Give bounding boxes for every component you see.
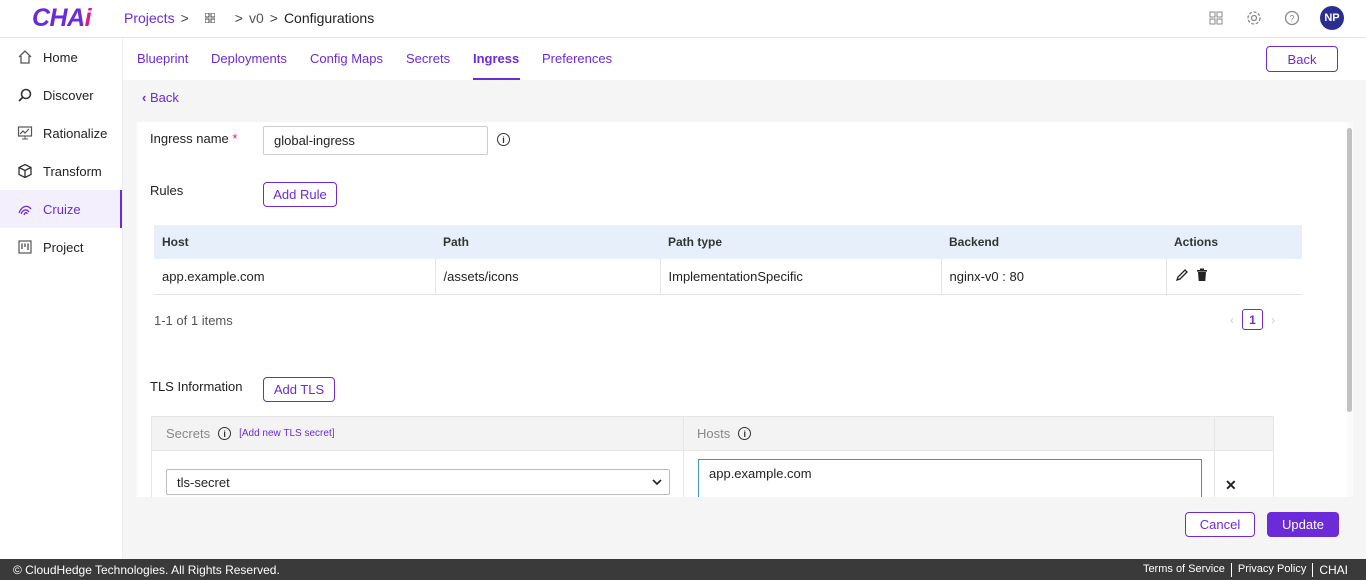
breadcrumb-separator-icon: > (180, 10, 189, 26)
tab-preferences[interactable]: Preferences (542, 51, 612, 66)
ingress-name-info-icon[interactable]: i (497, 133, 510, 146)
items-count: 1-1 of 1 items (154, 313, 233, 328)
tls-table-header: Secrets i [Add new TLS secret] Hosts i (152, 417, 1273, 451)
sidebar-item-home[interactable]: Home (0, 38, 122, 76)
ingress-name-label: Ingress name * (150, 131, 238, 146)
cell-path-type: ImplementationSpecific (660, 259, 942, 295)
chai-logo[interactable]: CHAi (32, 4, 92, 33)
tls-row: tls-secret app.example.com ✕ (152, 451, 1273, 497)
tab-secrets[interactable]: Secrets (406, 51, 450, 66)
content-scrollbar-thumb[interactable] (1347, 128, 1352, 412)
cancel-button[interactable]: Cancel (1185, 512, 1255, 537)
discover-icon (16, 86, 34, 104)
sidebar-item-rationalize[interactable]: Rationalize (0, 114, 122, 152)
tab-deployments[interactable]: Deployments (211, 51, 287, 66)
cell-host: app.example.com (154, 259, 436, 295)
tls-information-label: TLS Information (150, 379, 243, 394)
home-icon (16, 48, 34, 66)
breadcrumb-separator-icon: > (234, 10, 243, 26)
terms-of-service-link[interactable]: Terms of Service (1137, 563, 1231, 577)
hosts-info-icon[interactable]: i (738, 427, 752, 440)
cell-path: /assets/icons (435, 259, 661, 295)
sidebar-item-label: Rationalize (43, 125, 108, 141)
breadcrumb: Projects > > v0 > Configurations (124, 10, 374, 26)
user-avatar[interactable]: NP (1320, 6, 1344, 30)
sidebar-item-label: Discover (43, 87, 94, 103)
breadcrumb-projects[interactable]: Projects (124, 10, 175, 26)
remove-row-close-icon[interactable]: ✕ (1225, 477, 1237, 494)
back-link[interactable]: ‹ Back (142, 90, 179, 105)
sidebar-item-label: Cruize (43, 201, 81, 217)
back-button[interactable]: Back (1266, 46, 1338, 72)
privacy-policy-link[interactable]: Privacy Policy (1230, 563, 1312, 577)
column-header-backend: Backend (941, 225, 1166, 259)
add-rule-button[interactable]: Add Rule (263, 182, 337, 207)
project-grid-icon[interactable] (204, 13, 215, 23)
update-button[interactable]: Update (1267, 512, 1339, 537)
sidebar-item-label: Transform (43, 163, 102, 179)
copyright-text: © CloudHedge Technologies. All Rights Re… (13, 563, 280, 577)
rules-label: Rules (150, 183, 184, 198)
tls-secret-selected-value: tls-secret (177, 474, 230, 490)
back-link-label: Back (149, 90, 179, 105)
rules-table: Host Path Path type Backend Actions app.… (154, 225, 1302, 295)
settings-gear-icon[interactable] (1244, 8, 1264, 28)
footer: © CloudHedge Technologies. All Rights Re… (0, 559, 1366, 580)
column-header-remove (1215, 417, 1273, 450)
ingress-name-input[interactable]: global-ingress (263, 126, 488, 155)
chevron-left-icon[interactable]: ‹ (1230, 313, 1234, 327)
pagination: ‹ 1 › (1230, 309, 1275, 330)
sidebar-item-cruize[interactable]: Cruize (0, 190, 122, 228)
column-header-secrets: Secrets i [Add new TLS secret] (152, 417, 684, 450)
chevron-right-icon[interactable]: › (1271, 313, 1275, 327)
cell-actions (1166, 259, 1302, 295)
column-header-path: Path (435, 225, 660, 259)
breadcrumb-current: Configurations (283, 10, 375, 26)
column-header-path-type: Path type (660, 225, 941, 259)
tls-secret-select[interactable]: tls-secret (166, 469, 670, 495)
tab-blueprint[interactable]: Blueprint (137, 51, 188, 66)
delete-trash-icon[interactable] (1196, 268, 1208, 285)
tab-ingress[interactable]: Ingress (473, 51, 519, 66)
column-header-host: Host (154, 225, 435, 259)
secrets-info-icon[interactable]: i (218, 427, 232, 440)
chevron-down-icon (652, 479, 662, 486)
svg-text:?: ? (1289, 14, 1294, 24)
add-new-tls-secret-link[interactable]: [Add new TLS secret] (239, 428, 334, 439)
project-icon (16, 238, 34, 256)
cell-backend: nginx-v0 : 80 (941, 259, 1167, 295)
edit-pencil-icon[interactable] (1175, 268, 1189, 285)
chai-footer-link[interactable]: CHAI (1312, 563, 1354, 577)
tab-config-maps[interactable]: Config Maps (310, 51, 383, 66)
table-row: app.example.com /assets/icons Implementa… (154, 259, 1302, 295)
config-tabs: Blueprint Deployments Config Maps Secret… (123, 38, 1366, 80)
sidebar-item-label: Project (43, 239, 84, 255)
breadcrumb-separator-icon: > (269, 10, 278, 26)
apps-grid-icon[interactable] (1206, 8, 1226, 28)
active-tab-indicator (473, 78, 520, 80)
column-header-actions: Actions (1166, 225, 1302, 259)
cruize-icon (16, 200, 34, 218)
sidebar-item-discover[interactable]: Discover (0, 76, 122, 114)
sidebar-item-project[interactable]: Project (0, 228, 122, 266)
transform-icon (16, 162, 34, 180)
footer-links: Terms of Service Privacy Policy CHAI (1137, 563, 1354, 577)
page-button-1[interactable]: 1 (1242, 309, 1263, 330)
column-header-hosts: Hosts i (684, 417, 1215, 450)
rules-table-header: Host Path Path type Backend Actions (154, 225, 1302, 259)
tls-hosts-input[interactable]: app.example.com (698, 459, 1202, 497)
sidebar-item-label: Home (43, 49, 78, 65)
help-icon[interactable]: ? (1282, 8, 1302, 28)
rationalize-icon (16, 124, 34, 142)
ingress-form-card: Ingress name * global-ingress i Rules Ad… (137, 122, 1352, 497)
tls-table: Secrets i [Add new TLS secret] Hosts i t… (151, 416, 1274, 497)
breadcrumb-version[interactable]: v0 (249, 10, 264, 26)
sidebar-item-transform[interactable]: Transform (0, 152, 122, 190)
main-content: Blueprint Deployments Config Maps Secret… (123, 38, 1366, 559)
remove-cell (1215, 451, 1273, 497)
top-bar: CHAi Projects > > v0 > Configurations ? … (0, 0, 1366, 38)
sidebar: Home Discover Rationalize Transform Crui… (0, 38, 123, 559)
chevron-left-icon: ‹ (142, 90, 147, 105)
add-tls-button[interactable]: Add TLS (263, 377, 335, 402)
